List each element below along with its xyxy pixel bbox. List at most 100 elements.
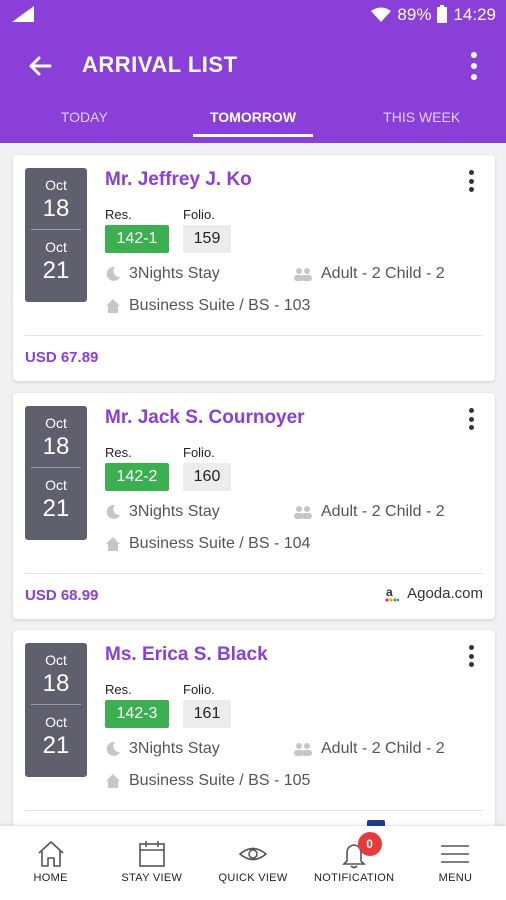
- tab-this-week[interactable]: THIS WEEK: [337, 106, 506, 143]
- house-icon: [106, 773, 120, 788]
- wifi-icon: [371, 7, 392, 22]
- folio-number-badge: 161: [183, 700, 231, 728]
- checkin-day: 18: [42, 670, 70, 697]
- app-bar: ARRIVAL LIST TODAY TOMORROW THIS WEEK: [0, 30, 506, 143]
- reservation-card[interactable]: Oct 18 Oct 21 Mr. Jack S. Cournoyer Res.…: [13, 393, 495, 619]
- occupancy-info: Adult - 2 Child - 2: [293, 740, 445, 758]
- nav-notification[interactable]: 0 NOTIFICATION: [304, 826, 405, 900]
- res-label: Res.: [105, 207, 132, 222]
- moon-icon: [106, 741, 120, 756]
- stay-nights: 3Nights Stay: [129, 740, 220, 757]
- nav-menu-label: MENU: [438, 872, 473, 884]
- reservation-card[interactable]: Oct 18 Oct 21 Mr. Jeffrey J. Ko Res. Fol…: [13, 155, 495, 381]
- room-info: Business Suite / BS - 103: [105, 297, 310, 315]
- page-title: ARRIVAL LIST: [82, 52, 238, 77]
- guest-name[interactable]: Mr. Jeffrey J. Ko: [105, 169, 252, 191]
- guest-name[interactable]: Ms. Erica S. Black: [105, 644, 268, 666]
- card-more-icon[interactable]: [469, 170, 475, 192]
- folio-number-badge: 159: [183, 225, 231, 253]
- stay-info: 3Nights Stay: [105, 265, 220, 283]
- menu-icon: [441, 845, 470, 863]
- reservation-number-badge: 142-2: [105, 463, 169, 491]
- room-text: Business Suite / BS - 104: [129, 535, 311, 552]
- home-icon: [38, 841, 64, 867]
- eye-icon: [238, 847, 268, 861]
- people-icon: [294, 267, 312, 281]
- room-info: Business Suite / BS - 104: [105, 535, 310, 553]
- stay-info: 3Nights Stay: [105, 740, 220, 758]
- date-range-box: Oct 18 Oct 21: [25, 643, 87, 777]
- date-range-box: Oct 18 Oct 21: [25, 406, 87, 540]
- svg-text:a: a: [386, 585, 393, 599]
- notification-count-badge: 0: [357, 832, 382, 856]
- date-divider: [31, 467, 81, 468]
- guest-name[interactable]: Mr. Jack S. Cournoyer: [105, 407, 305, 429]
- date-range-box: Oct 18 Oct 21: [25, 168, 87, 302]
- occupancy-text: Adult - 2 Child - 2: [321, 740, 445, 757]
- stay-nights: 3Nights Stay: [129, 265, 220, 282]
- checkout-day: 21: [42, 732, 70, 759]
- reservation-card[interactable]: Oct 18 Oct 21 Ms. Erica S. Black Res. Fo…: [13, 630, 495, 850]
- occupancy-text: Adult - 2 Child - 2: [321, 265, 445, 282]
- house-icon: [106, 298, 120, 313]
- res-label: Res.: [105, 682, 132, 697]
- occupancy-info: Adult - 2 Child - 2: [293, 265, 445, 283]
- moon-icon: [106, 504, 120, 519]
- status-bar: 89% 14:29: [0, 0, 506, 30]
- folio-label: Folio.: [183, 445, 215, 460]
- nav-quick-view[interactable]: QUICK VIEW: [202, 826, 303, 900]
- nav-home-label: HOME: [33, 872, 68, 884]
- nav-home[interactable]: HOME: [0, 826, 101, 900]
- checkin-day: 18: [42, 433, 70, 460]
- tab-bar: TODAY TOMORROW THIS WEEK: [0, 106, 506, 143]
- room-text: Business Suite / BS - 105: [129, 772, 311, 789]
- battery-percent: 89%: [397, 5, 432, 24]
- checkin-month: Oct: [45, 177, 67, 193]
- overflow-menu-icon[interactable]: [470, 52, 478, 80]
- people-icon: [294, 742, 312, 756]
- tab-today[interactable]: TODAY: [0, 106, 169, 143]
- room-text: Business Suite / BS - 103: [129, 297, 311, 314]
- checkout-month: Oct: [45, 714, 67, 730]
- nav-quick-view-label: QUICK VIEW: [218, 872, 288, 884]
- nav-notification-label: NOTIFICATION: [314, 872, 395, 884]
- checkout-day: 21: [42, 257, 70, 284]
- nav-stay-view[interactable]: STAY VIEW: [101, 826, 202, 900]
- checkout-month: Oct: [45, 477, 67, 493]
- back-arrow-icon[interactable]: [26, 52, 54, 80]
- checkin-day: 18: [42, 195, 70, 222]
- booking-source-text: Agoda.com: [407, 585, 483, 602]
- folio-label: Folio.: [183, 207, 215, 222]
- checkin-month: Oct: [45, 415, 67, 431]
- card-more-icon[interactable]: [469, 645, 475, 667]
- stay-nights: 3Nights Stay: [129, 503, 220, 520]
- card-divider: [25, 573, 483, 574]
- reservation-number-badge: 142-1: [105, 225, 169, 253]
- folio-label: Folio.: [183, 682, 215, 697]
- room-info: Business Suite / BS - 105: [105, 772, 310, 790]
- nav-stay-view-label: STAY VIEW: [121, 872, 183, 884]
- occupancy-info: Adult - 2 Child - 2: [293, 503, 445, 521]
- occupancy-text: Adult - 2 Child - 2: [321, 503, 445, 520]
- stay-info: 3Nights Stay: [105, 503, 220, 521]
- bottom-navigation: HOME STAY VIEW QUICK VIEW 0 NOTIFICATION…: [0, 826, 506, 900]
- price: USD 68.99: [25, 587, 99, 604]
- date-divider: [31, 229, 81, 230]
- checkin-month: Oct: [45, 652, 67, 668]
- nav-menu[interactable]: MENU: [405, 826, 506, 900]
- folio-number-badge: 160: [183, 463, 231, 491]
- reservation-number-badge: 142-3: [105, 700, 169, 728]
- price: USD 67.89: [25, 349, 99, 366]
- house-icon: [106, 536, 120, 551]
- card-divider: [25, 810, 483, 811]
- card-divider: [25, 335, 483, 336]
- res-label: Res.: [105, 445, 132, 460]
- tab-tomorrow[interactable]: TOMORROW: [169, 106, 338, 143]
- calendar-icon: [138, 841, 165, 867]
- checkout-day: 21: [42, 495, 70, 522]
- card-more-icon[interactable]: [469, 408, 475, 430]
- checkout-month: Oct: [45, 239, 67, 255]
- booking-source: a Agoda.com: [385, 585, 483, 603]
- clock: 14:29: [453, 5, 496, 24]
- signal-corner-icon: [12, 6, 34, 22]
